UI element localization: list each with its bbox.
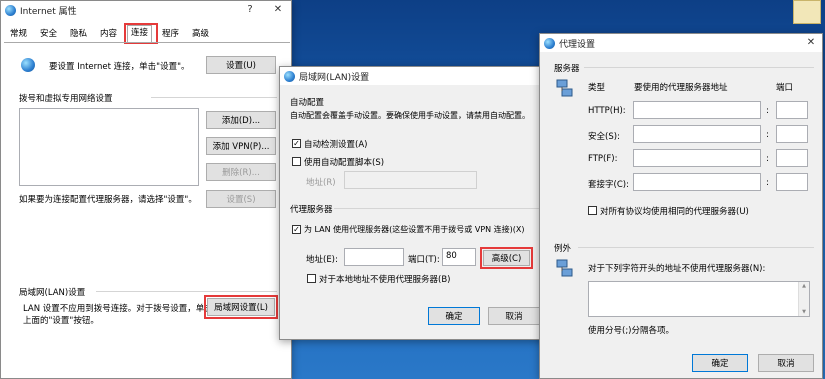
auto-config-description: 自动配置会覆盖手动设置。要确保使用手动设置，请禁用自动配置。 xyxy=(290,111,530,120)
auto-script-label: 使用自动配置脚本(S) xyxy=(304,158,385,168)
secure-address-input[interactable] xyxy=(633,125,761,143)
title-bar: Internet 属性 ? ✕ xyxy=(1,1,291,19)
socks-address-input[interactable] xyxy=(633,173,761,191)
close-button[interactable]: ✕ xyxy=(271,3,285,17)
bypass-local-label: 对于本地地址不使用代理服务器(B) xyxy=(319,275,451,285)
add-vpn-button[interactable]: 添加 VPN(P)... xyxy=(206,137,276,155)
setup-button[interactable]: 设置(U) xyxy=(206,56,276,74)
advanced-button-highlight xyxy=(480,247,533,269)
proxy-group-divider xyxy=(334,208,539,209)
server-computer-icon xyxy=(556,79,573,97)
exceptions-textarea[interactable]: ▲ ▼ xyxy=(588,281,810,317)
ie-globe-icon xyxy=(544,37,555,49)
ie-globe-icon xyxy=(5,4,16,16)
column-port-header: 端口 xyxy=(776,83,794,93)
secure-port-input[interactable] xyxy=(776,125,808,143)
column-address-header: 要使用的代理服务器地址 xyxy=(634,83,728,93)
internet-properties-window: Internet 属性 ? ✕ 常规 安全 隐私 内容 连接 程序 高级 要设置… xyxy=(0,0,292,379)
column-type-header: 类型 xyxy=(588,83,606,93)
bypass-local-checkbox[interactable] xyxy=(307,274,316,283)
proxy-cancel-button[interactable]: 取消 xyxy=(758,354,814,372)
proxy-title-bar: 代理设置 ✕ xyxy=(540,34,822,52)
proxy-server-group-label: 代理服务器 xyxy=(290,205,333,215)
ie-globe-icon xyxy=(284,70,295,82)
http-port-input[interactable] xyxy=(776,101,808,119)
proxy-address-label: 地址(E): xyxy=(306,255,338,265)
same-proxy-checkbox[interactable] xyxy=(588,206,597,215)
tab-general[interactable]: 常规 xyxy=(7,27,30,41)
lan-description-line-1: LAN 设置不应用到拨号连接。对于拨号设置，单击 xyxy=(23,304,213,314)
tab-programs[interactable]: 程序 xyxy=(159,27,182,41)
proxy-hint-text: 如果要为连接配置代理服务器，请选择"设置"。 xyxy=(19,195,197,205)
setup-text: 要设置 Internet 连接，单击"设置"。 xyxy=(49,62,190,72)
scroll-down-icon[interactable]: ▼ xyxy=(799,308,809,316)
proxy-settings-dialog: 代理设置 ✕ 服务器 类型 要使用的代理服务器地址 端口 HTTP(H): : … xyxy=(539,33,823,379)
use-proxy-label: 为 LAN 使用代理服务器(这些设置不用于拨号或 VPN 连接)(X) xyxy=(304,225,525,234)
dialup-group-label: 拨号和虚拟专用网络设置 xyxy=(19,94,113,104)
lan-divider xyxy=(96,291,277,292)
ftp-colon: : xyxy=(766,154,769,164)
lan-title-bar: 局域网(LAN)设置 xyxy=(280,67,548,85)
http-colon: : xyxy=(766,106,769,116)
proxy-address-input[interactable] xyxy=(344,248,404,266)
secure-label: 安全(S): xyxy=(588,132,620,142)
ftp-port-input[interactable] xyxy=(776,149,808,167)
proxy-port-input[interactable]: 80 xyxy=(442,248,476,266)
exceptions-group-label: 例外 xyxy=(554,244,572,254)
socks-colon: : xyxy=(766,178,769,188)
script-address-input xyxy=(344,171,477,189)
servers-group-divider xyxy=(584,67,814,68)
lan-settings-dialog: 局域网(LAN)设置 自动配置 自动配置会覆盖手动设置。要确保使用手动设置，请禁… xyxy=(279,66,549,340)
add-button[interactable]: 添加(D)... xyxy=(206,111,276,129)
auto-script-checkbox[interactable] xyxy=(292,157,301,166)
tab-security[interactable]: 安全 xyxy=(37,27,60,41)
secure-colon: : xyxy=(766,130,769,140)
servers-group-label: 服务器 xyxy=(554,64,580,74)
socks-port-input[interactable] xyxy=(776,173,808,191)
dialup-divider xyxy=(151,97,277,98)
tab-advanced[interactable]: 高级 xyxy=(189,27,212,41)
same-proxy-label: 对所有协议均使用相同的代理服务器(U) xyxy=(600,207,749,217)
exceptions-group-divider xyxy=(578,247,814,248)
connections-list[interactable] xyxy=(19,108,199,186)
lan-button-highlight xyxy=(204,295,278,319)
socks-label: 套接字(C): xyxy=(588,180,629,190)
tab-content[interactable]: 内容 xyxy=(97,27,120,41)
lan-dialog-title: 局域网(LAN)设置 xyxy=(299,72,370,83)
ftp-label: FTP(F): xyxy=(588,154,618,164)
scroll-up-icon[interactable]: ▲ xyxy=(799,282,809,290)
exceptions-description: 对于下列字符开头的地址不使用代理服务器(N): xyxy=(588,264,766,274)
script-address-label: 地址(R) xyxy=(306,178,336,188)
tab-divider xyxy=(4,42,290,43)
remove-button[interactable]: 删除(R)... xyxy=(206,163,276,181)
tab-highlight xyxy=(124,23,158,44)
lan-ok-button[interactable]: 确定 xyxy=(428,307,480,325)
lan-group-label: 局域网(LAN)设置 xyxy=(19,288,86,298)
ftp-address-input[interactable] xyxy=(633,149,761,167)
auto-config-group-label: 自动配置 xyxy=(290,98,325,108)
auto-detect-checkbox[interactable]: ✓ xyxy=(292,139,301,148)
lan-cancel-button[interactable]: 取消 xyxy=(488,307,540,325)
exceptions-hint: 使用分号(;)分隔各项。 xyxy=(588,326,674,336)
settings-button[interactable]: 设置(S) xyxy=(206,190,276,208)
help-button[interactable]: ? xyxy=(243,3,257,17)
use-proxy-checkbox[interactable]: ✓ xyxy=(292,225,301,234)
proxy-dialog-title: 代理设置 xyxy=(559,39,596,50)
desktop-file-icon[interactable] xyxy=(793,0,821,24)
http-address-input[interactable] xyxy=(633,101,761,119)
auto-detect-label: 自动检测设置(A) xyxy=(304,140,368,150)
network-globe-icon xyxy=(21,58,35,72)
http-label: HTTP(H): xyxy=(588,106,626,116)
window-title: Internet 属性 xyxy=(20,6,77,17)
proxy-port-label: 端口(T): xyxy=(408,255,440,265)
lan-description-line-2: 上面的"设置"按钮。 xyxy=(23,316,99,326)
proxy-close-button[interactable]: ✕ xyxy=(804,36,818,50)
textarea-scrollbar[interactable]: ▲ ▼ xyxy=(798,282,809,316)
proxy-ok-button[interactable]: 确定 xyxy=(692,354,748,372)
exceptions-computer-icon xyxy=(556,259,573,277)
tab-privacy[interactable]: 隐私 xyxy=(67,27,90,41)
